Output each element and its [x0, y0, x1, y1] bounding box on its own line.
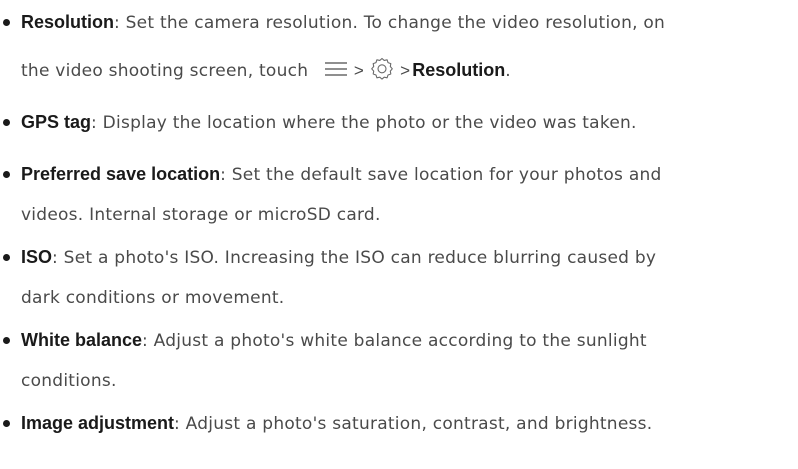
item-description-continued: the video shooting screen, touch	[21, 61, 309, 81]
item-line-2: videos. Internal storage or microSD card…	[21, 204, 381, 226]
path-separator: >	[353, 61, 365, 80]
bullet	[3, 254, 10, 261]
item-term: GPS tag	[21, 112, 92, 132]
path-separator: >	[400, 61, 411, 80]
item-description: : Adjust a photo's saturation, contrast,…	[174, 414, 653, 434]
item-line-1: ISO: Set a photo's ISO. Increasing the I…	[21, 246, 656, 269]
item-line-2: conditions.	[21, 370, 117, 392]
item-description-continued: dark conditions or movement.	[21, 288, 285, 308]
item-description: : Set the camera resolution. To change t…	[114, 13, 666, 33]
item-line-2: dark conditions or movement.	[21, 287, 284, 309]
item-term: White balance	[21, 330, 143, 350]
bullet	[3, 171, 10, 178]
item-description: : Set the default save location for your…	[220, 165, 662, 185]
item-description-continued: videos. Internal storage or microSD card…	[21, 205, 381, 225]
item-line-2: the video shooting screen, touch > > Reso…	[21, 57, 511, 83]
bullet	[3, 337, 10, 344]
sentence-end: .	[505, 61, 511, 81]
path-term: Resolution	[412, 60, 506, 80]
bullet	[3, 119, 10, 126]
item-line-1: Preferred save location: Set the default…	[21, 163, 662, 186]
item-line-1: GPS tag: Display the location where the …	[21, 111, 637, 134]
item-term: Resolution	[21, 12, 114, 32]
item-description: : Display the location where the photo o…	[91, 113, 637, 133]
item-description: : Adjust a photo's white balance accordi…	[142, 331, 647, 351]
settings-gear-icon	[370, 57, 394, 81]
bullet	[3, 420, 10, 427]
item-term: Preferred save location	[21, 164, 221, 184]
item-line-1: Resolution: Set the camera resolution. T…	[21, 11, 665, 34]
item-line-1: Image adjustment: Adjust a photo's satur…	[21, 412, 652, 435]
bullet	[3, 19, 10, 26]
menu-icon	[324, 60, 348, 78]
item-term: Image adjustment	[21, 413, 175, 433]
item-description: : Set a photo's ISO. Increasing the ISO …	[52, 248, 657, 268]
item-term: ISO	[21, 247, 53, 267]
item-description-continued: conditions.	[21, 371, 117, 391]
item-line-1: White balance: Adjust a photo's white ba…	[21, 329, 647, 352]
